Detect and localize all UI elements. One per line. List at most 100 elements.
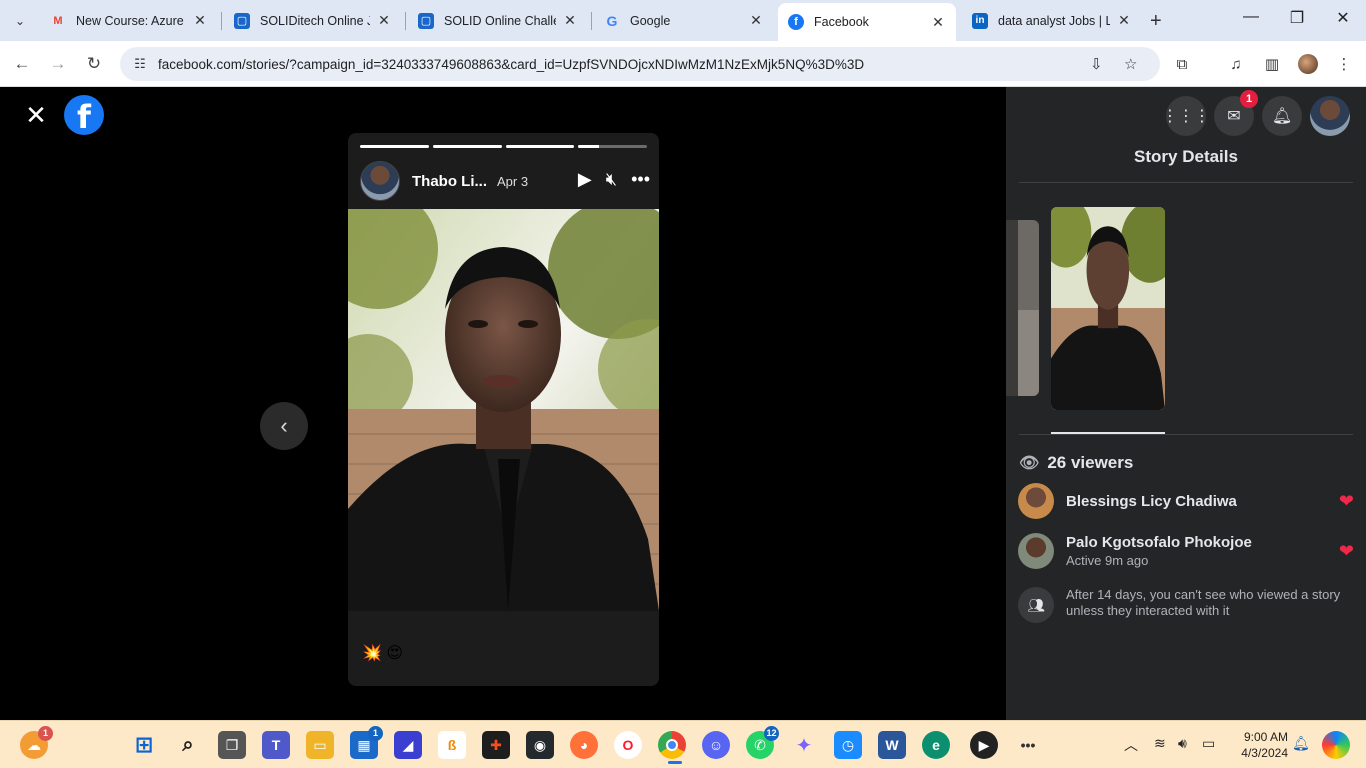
previous-story-button[interactable]: ‹ bbox=[260, 402, 308, 450]
menu-grid-icon[interactable]: ⋮⋮⋮ bbox=[1162, 96, 1210, 136]
doc-icon: ▢ bbox=[418, 12, 434, 29]
address-toolbar: ← → ↻ ☷ facebook.com/stories/?campaign_i… bbox=[0, 41, 1366, 87]
address-bar[interactable]: ☷ facebook.com/stories/?campaign_id=3240… bbox=[120, 47, 1160, 81]
copilot-icon[interactable]: ✦ bbox=[790, 731, 818, 759]
forward-button[interactable]: → bbox=[46, 52, 70, 76]
viewer-name[interactable]: Blessings Licy Chadiwa bbox=[1066, 493, 1339, 510]
edge-icon[interactable]: e bbox=[922, 731, 950, 759]
mute-icon[interactable]: 🔇︎ bbox=[606, 169, 617, 190]
close-window-button[interactable]: ✕ bbox=[1328, 8, 1358, 28]
close-tab-icon[interactable]: ✕ bbox=[930, 14, 946, 31]
notifications-bell-icon[interactable]: 🔔︎ bbox=[1262, 96, 1302, 136]
site-info-icon[interactable]: ☷ bbox=[128, 56, 152, 72]
viewers-count: 👁︎ 26 viewers bbox=[1019, 453, 1134, 472]
firefox-icon[interactable]: ◕ bbox=[570, 731, 598, 759]
doc-icon: ▢ bbox=[234, 12, 250, 29]
progress-segment bbox=[578, 145, 647, 148]
back-button[interactable]: ← bbox=[10, 52, 34, 76]
restore-button[interactable]: ❐ bbox=[1282, 8, 1312, 28]
more-options-icon[interactable]: ••• bbox=[631, 169, 650, 190]
minimize-button[interactable]: — bbox=[1236, 8, 1266, 26]
current-story-thumbnail[interactable] bbox=[1051, 207, 1165, 410]
clock[interactable]: 9:00 AM 4/3/2024 bbox=[1232, 729, 1288, 761]
divider bbox=[1019, 434, 1353, 435]
more-apps-icon[interactable]: ••• bbox=[1014, 731, 1042, 759]
github-icon[interactable]: ◉ bbox=[526, 731, 554, 759]
previous-story-thumbnail[interactable] bbox=[1006, 220, 1039, 396]
opera-icon[interactable]: O bbox=[614, 731, 642, 759]
chrome-icon[interactable] bbox=[658, 731, 686, 759]
store-icon[interactable]: ▦ 1 bbox=[350, 726, 383, 759]
gmail-icon: M bbox=[53, 14, 63, 27]
tab-linkedin[interactable]: in data analyst Jobs | Lin ✕ bbox=[962, 6, 1142, 35]
viewer-row[interactable]: Blessings Licy Chadiwa ❤ bbox=[1018, 483, 1354, 519]
show-hidden-icons[interactable]: ︿ bbox=[1124, 735, 1138, 755]
tab-google[interactable]: G Google ✕ bbox=[594, 6, 774, 35]
progress-segment bbox=[360, 145, 429, 148]
facebook-logo-icon[interactable]: f bbox=[64, 95, 104, 136]
new-tab-button[interactable]: + bbox=[1150, 10, 1162, 33]
tab-gmail[interactable]: M New Course: Azure M ✕ bbox=[40, 6, 218, 35]
viewer-avatar[interactable] bbox=[1018, 533, 1054, 569]
copilot-pre-icon[interactable] bbox=[1322, 731, 1350, 759]
bookmark-star-icon[interactable]: ☆ bbox=[1124, 47, 1137, 81]
tab-solid-challenge[interactable]: ▢ SOLID Online Challen ✕ bbox=[408, 6, 588, 35]
heart-reaction-icon: ❤ bbox=[1338, 540, 1354, 561]
teams-icon[interactable]: T bbox=[262, 731, 290, 759]
viewer-row[interactable]: Palo Kgotsofalo Phokojoe Active 9m ago ❤ bbox=[1018, 533, 1354, 569]
story-header: Thabo Li... Apr 3 ▶ 🔇︎ ••• bbox=[360, 161, 650, 201]
discord-icon[interactable]: ☺ bbox=[702, 731, 730, 759]
progress-segment bbox=[432, 145, 502, 148]
reload-icon[interactable]: ↻ bbox=[82, 52, 106, 76]
azure-studio-icon[interactable]: ◢ bbox=[394, 731, 422, 759]
facebook-icon: f bbox=[788, 14, 804, 30]
tab-facebook[interactable]: f Facebook ✕ bbox=[778, 3, 956, 41]
whatsapp-icon[interactable]: ✆ 12 bbox=[746, 726, 779, 759]
media-control-icon[interactable]: ♫ bbox=[1224, 52, 1248, 76]
messenger-icon[interactable]: ✉ 1 bbox=[1214, 90, 1258, 136]
close-story-button[interactable]: ✕ bbox=[22, 101, 50, 129]
battery-icon[interactable]: ▭ bbox=[1202, 735, 1215, 752]
word-icon[interactable]: W bbox=[878, 731, 906, 759]
notification-bell-icon[interactable]: 🔔︎ bbox=[1292, 735, 1310, 752]
close-tab-icon[interactable]: ✕ bbox=[562, 12, 578, 29]
close-tab-icon[interactable]: ✕ bbox=[1116, 12, 1132, 29]
side-panel-icon[interactable]: ▥ bbox=[1260, 52, 1284, 76]
profile-avatar[interactable] bbox=[1296, 52, 1320, 76]
account-avatar[interactable] bbox=[1310, 96, 1350, 136]
viewer-name[interactable]: Palo Kgotsofalo Phokojoe bbox=[1066, 534, 1339, 551]
app-icon[interactable]: ◷ bbox=[834, 731, 862, 759]
close-tab-icon[interactable]: ✕ bbox=[192, 12, 208, 29]
divider bbox=[1019, 182, 1353, 183]
close-tab-icon[interactable]: ✕ bbox=[748, 12, 764, 29]
media-player-icon[interactable]: ▶ bbox=[970, 731, 998, 759]
wifi-icon[interactable]: ≋ bbox=[1154, 735, 1166, 752]
tab-search-button[interactable]: ⌄ bbox=[8, 9, 32, 33]
story-card[interactable]: Thabo Li... Apr 3 ▶ 🔇︎ ••• 💥 😍 bbox=[348, 133, 659, 686]
people-icon: 👥︎ bbox=[1018, 587, 1054, 623]
viewer-avatar[interactable] bbox=[1018, 483, 1054, 519]
url-text[interactable]: facebook.com/stories/?campaign_id=324033… bbox=[158, 57, 864, 72]
chrome-menu-icon[interactable]: ⋮ bbox=[1332, 52, 1356, 76]
vscode-like-icon[interactable]: ß bbox=[438, 731, 466, 759]
weather-icon[interactable]: ☁ 1 bbox=[20, 726, 53, 759]
tab-soliditech[interactable]: ▢ SOLIDitech Online JA ✕ bbox=[224, 6, 402, 35]
windows-taskbar: ☁ 1 ⊞ ⌕ ❐ T ▭ ▦ 1 ◢ ß ✚ ◉ ◕ O ☺ ✆ 12 ✦ ◷ W … bbox=[0, 720, 1366, 768]
volume-icon[interactable]: 🔊︎ bbox=[1178, 735, 1187, 752]
start-icon[interactable]: ⊞ bbox=[130, 731, 158, 759]
search-icon[interactable]: ⌕ bbox=[174, 731, 202, 759]
play-icon[interactable]: ▶ bbox=[578, 169, 592, 190]
task-view-icon[interactable]: ❐ bbox=[218, 731, 246, 759]
file-explorer-icon[interactable]: ▭ bbox=[306, 731, 334, 759]
google-icon: G bbox=[606, 12, 618, 29]
story-date: Apr 3 bbox=[497, 173, 529, 189]
viewer-status: Active 9m ago bbox=[1066, 553, 1149, 568]
close-tab-icon[interactable]: ✕ bbox=[376, 12, 392, 29]
author-avatar[interactable] bbox=[360, 161, 400, 201]
install-app-icon[interactable]: ⇩ bbox=[1090, 47, 1103, 81]
story-viewer: ✕ f ‹ Thabo Li... Apr 3 ▶ 🔇︎ ••• 💥 😍 bbox=[0, 87, 1006, 720]
extensions-icon[interactable]: ⧉ bbox=[1170, 52, 1194, 76]
author-name[interactable]: Thabo Li... bbox=[412, 173, 487, 190]
figma-icon[interactable]: ✚ bbox=[482, 731, 510, 759]
story-progress-bar bbox=[360, 145, 647, 148]
